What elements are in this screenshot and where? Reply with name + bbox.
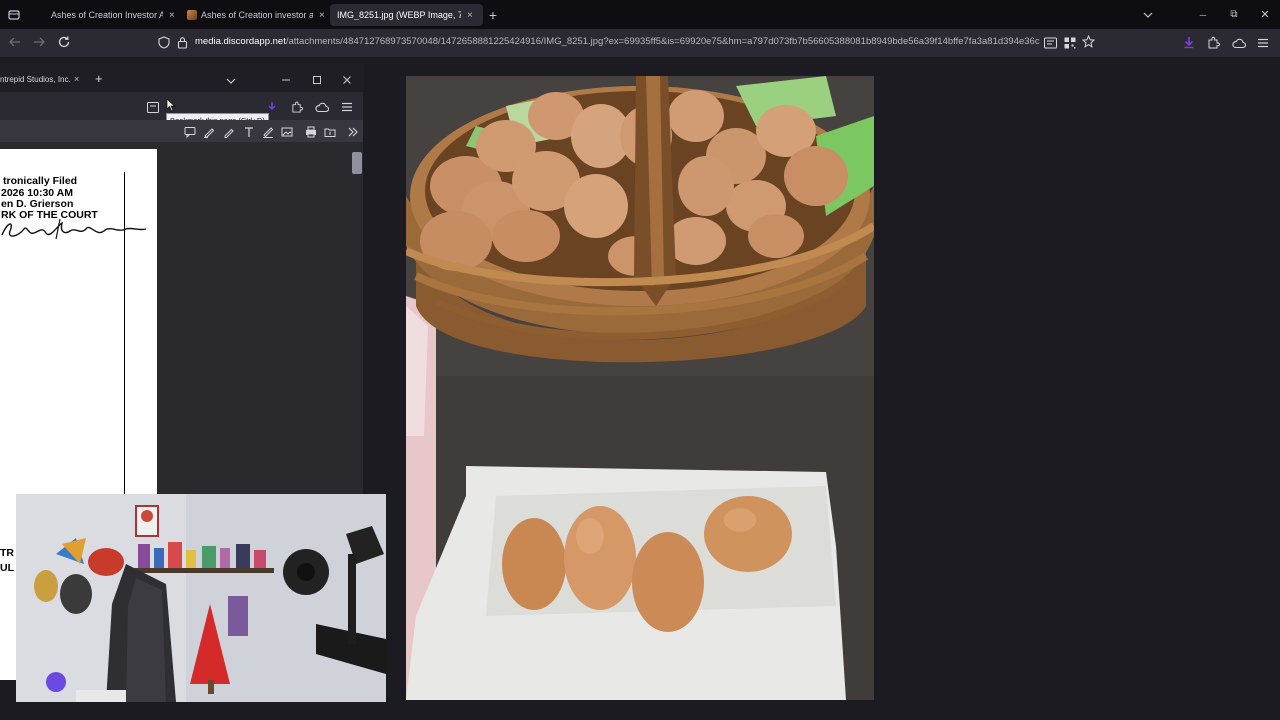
back-icon[interactable] <box>8 35 24 51</box>
lock-icon[interactable] <box>177 36 191 50</box>
secondary-tab-intrepid[interactable]: ntrepid Studios, Inc. × <box>0 70 84 88</box>
forward-icon[interactable] <box>32 35 48 51</box>
webcam-overlay <box>16 494 386 702</box>
save-pdf-icon[interactable] <box>324 125 336 137</box>
tab-investor-accuses[interactable]: Ashes of Creation investor accu × <box>182 4 329 26</box>
comment-icon[interactable] <box>184 125 196 139</box>
tab-close-icon[interactable]: × <box>467 10 473 21</box>
more-tools-icon[interactable] <box>347 125 359 137</box>
reader-view-icon[interactable] <box>1044 36 1058 50</box>
account-cloud-icon[interactable] <box>1232 36 1247 50</box>
shield-icon[interactable] <box>158 36 172 50</box>
tab-close-icon[interactable]: × <box>169 10 175 21</box>
tab-image-active[interactable]: IMG_8251.jpg (WEBP Image, 703 × × <box>330 4 483 26</box>
secondary-new-tab-button[interactable]: + <box>95 70 109 88</box>
webcam-scene <box>16 494 386 702</box>
signature-icon[interactable] <box>262 125 274 138</box>
secondary-tab-close-icon[interactable]: × <box>74 74 79 84</box>
pdf-lower-fragment: UL <box>0 562 14 574</box>
url-text[interactable]: media.discordapp.net/attachments/4847127… <box>195 36 1040 50</box>
new-tab-button[interactable]: + <box>484 4 502 26</box>
bookmark-star-icon[interactable] <box>1081 34 1096 49</box>
pdf-margin-line <box>124 172 125 494</box>
tab-overflow-chevron-icon[interactable] <box>1138 4 1158 26</box>
url-path: /attachments/484712768973570048/14726588… <box>285 36 1040 47</box>
egg-basket-photo <box>406 76 874 700</box>
print-icon[interactable] <box>305 125 317 138</box>
secondary-download-icon[interactable] <box>267 100 279 113</box>
tab-close-icon[interactable]: × <box>319 10 325 21</box>
pdf-filed-line: tronically Filed <box>3 175 78 187</box>
restore-button[interactable]: ⧉ <box>1223 4 1245 26</box>
pdf-scrollbar-thumb[interactable] <box>352 152 362 174</box>
secondary-extensions-icon[interactable] <box>291 100 303 113</box>
highlight-icon[interactable] <box>203 125 215 139</box>
pdf-lower-fragment: TR <box>0 547 14 559</box>
tab-title: IMG_8251.jpg (WEBP Image, 703 × <box>337 10 461 20</box>
secondary-tab-title: ntrepid Studios, Inc. <box>0 74 70 84</box>
reload-icon[interactable] <box>57 35 73 51</box>
extensions-icon[interactable] <box>1207 36 1221 50</box>
minimize-button[interactable]: ─ <box>1192 4 1214 26</box>
secondary-account-icon[interactable] <box>315 100 330 113</box>
tab-title: Ashes of Creation investor accu <box>201 10 313 20</box>
tab-list-icon[interactable] <box>4 4 24 26</box>
url-host: media.discordapp.net <box>195 36 286 47</box>
tab-investor-allegations[interactable]: Ashes of Creation Investor Alle × <box>44 4 183 26</box>
clerk-signature <box>1 218 147 240</box>
close-window-button[interactable]: ✕ <box>1254 4 1276 26</box>
download-icon[interactable] <box>1183 36 1197 50</box>
image-insert-icon[interactable] <box>281 125 293 137</box>
secondary-reader-icon[interactable] <box>147 100 160 113</box>
qr-code-icon[interactable] <box>1064 36 1078 50</box>
secondary-menu-icon[interactable] <box>341 100 353 112</box>
cursor-pointer-icon <box>166 98 178 112</box>
draw-icon[interactable] <box>223 125 235 138</box>
secondary-maximize-icon[interactable] <box>312 72 324 84</box>
secondary-minimize-icon[interactable] <box>281 72 293 84</box>
menu-icon[interactable] <box>1257 36 1271 50</box>
photo-image <box>406 76 874 700</box>
secondary-close-icon[interactable] <box>342 72 354 84</box>
secondary-tab-overflow-icon[interactable] <box>226 73 238 85</box>
text-icon[interactable] <box>243 125 255 137</box>
game-favicon-icon <box>187 10 197 20</box>
tab-title: Ashes of Creation Investor Alle <box>51 10 163 20</box>
